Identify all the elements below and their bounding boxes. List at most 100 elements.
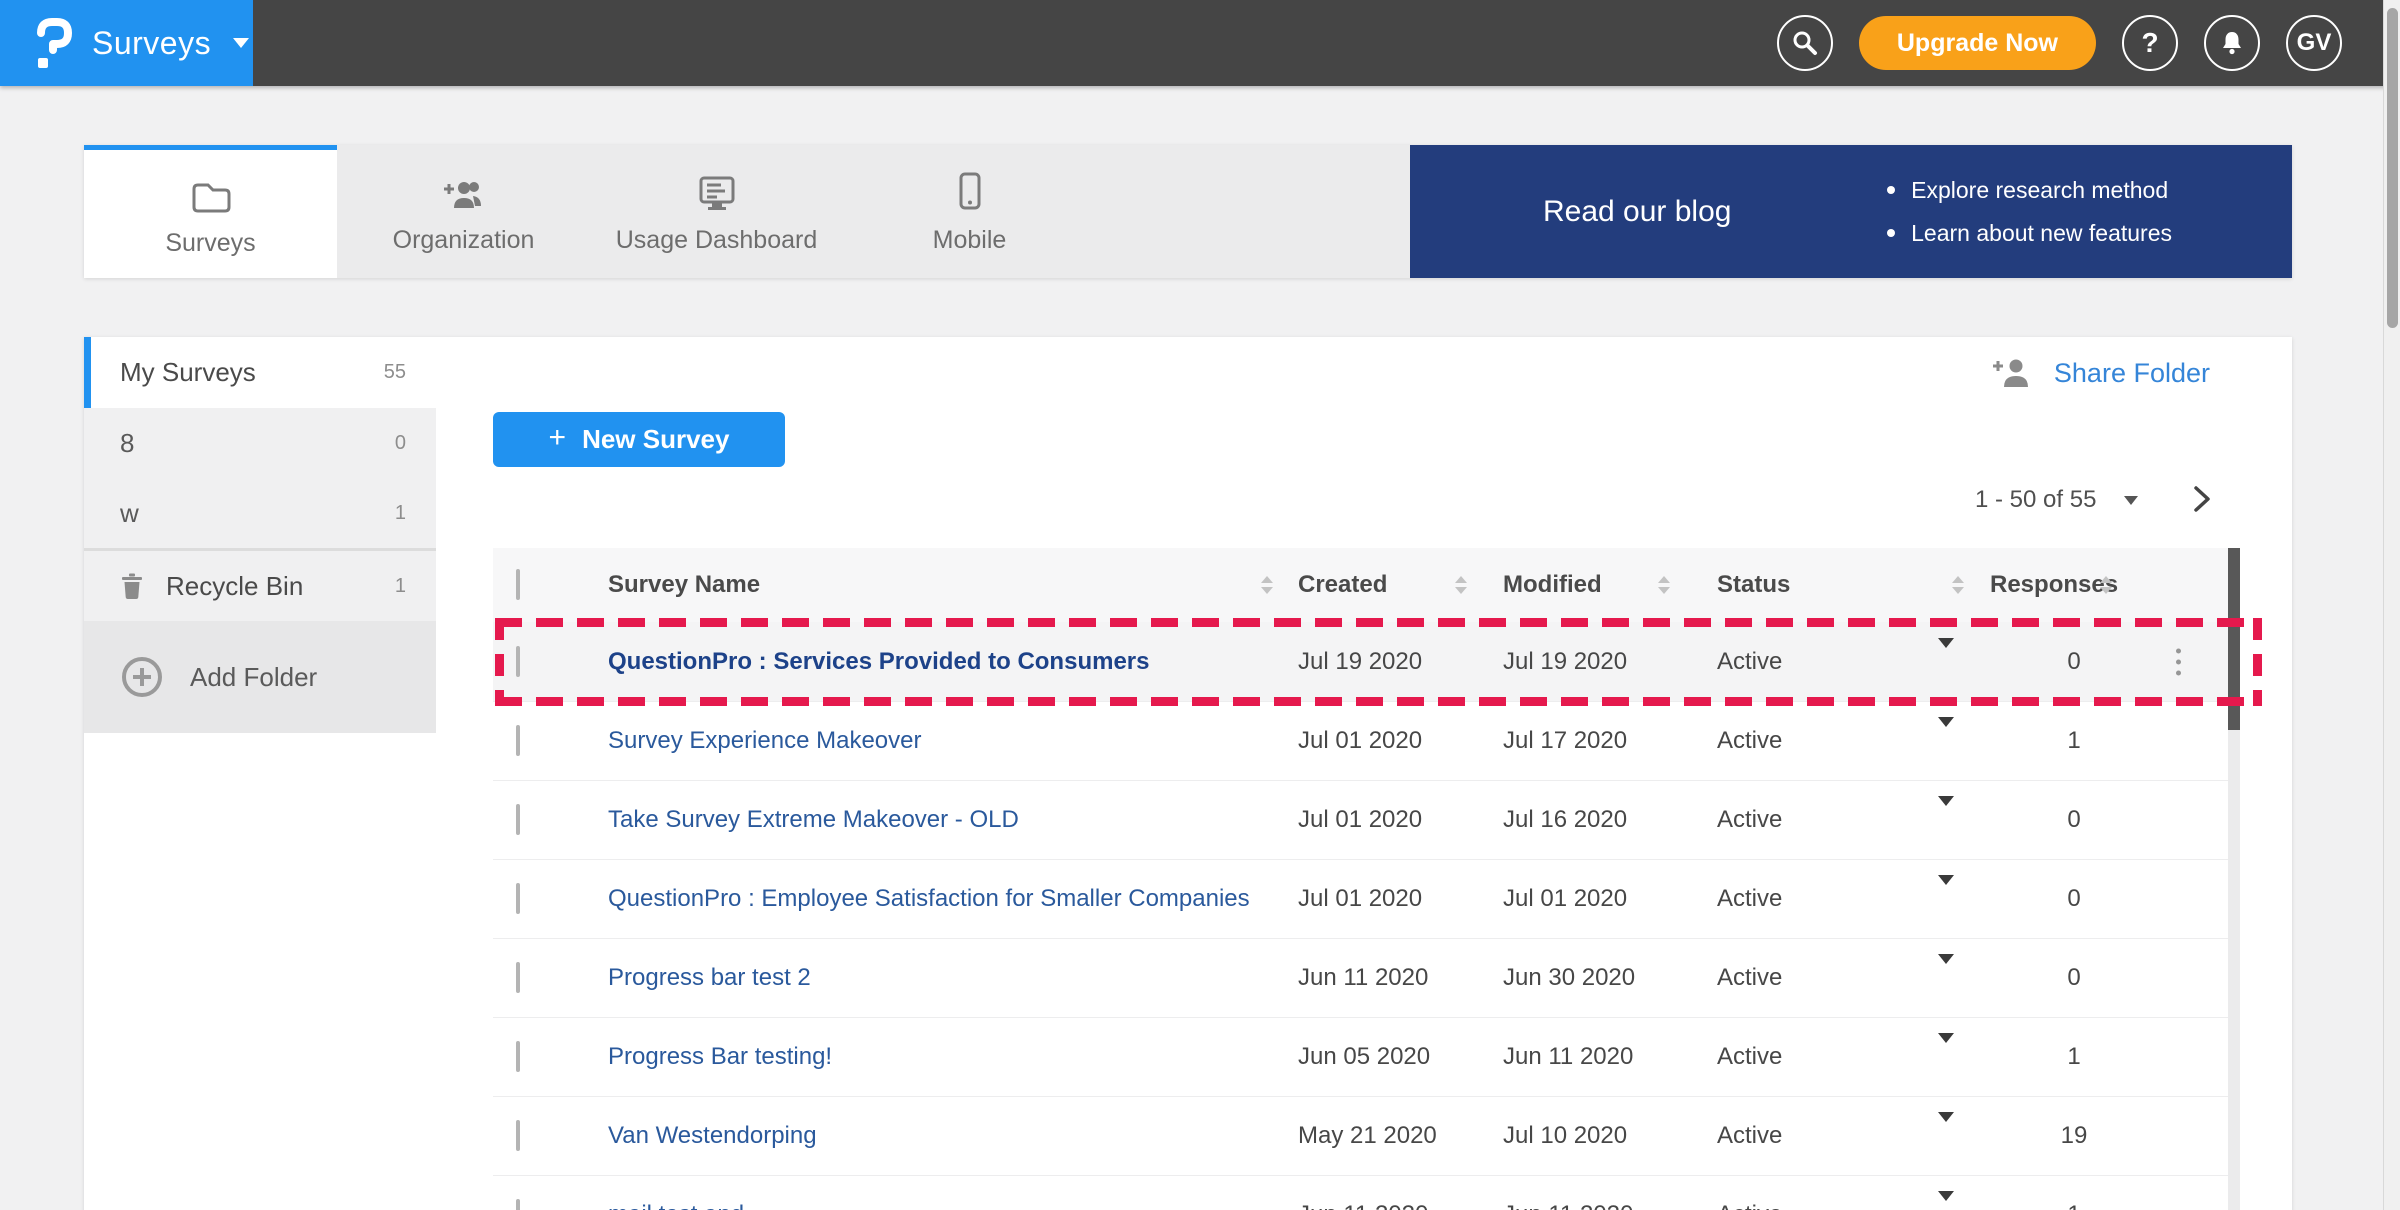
top-header: Surveys Upgrade Now ? [0,0,2400,86]
row-checkbox[interactable] [516,885,520,913]
plus-circle-icon [120,655,164,699]
search-icon [1792,30,1818,56]
status-dropdown-caret[interactable] [1938,727,1954,755]
created-date: Jul 01 2020 [1298,885,1422,913]
row-checkbox[interactable] [516,806,520,834]
add-folder-button[interactable]: Add Folder [84,621,436,733]
avatar[interactable]: GV [2286,15,2342,71]
pagination-dropdown-caret[interactable] [2124,496,2138,505]
modified-date: Jul 17 2020 [1503,727,1627,755]
row-checkbox[interactable] [516,1201,520,1210]
tab-mobile[interactable]: Mobile [843,145,1096,278]
survey-name-link[interactable]: Take Survey Extreme Makeover - OLD [608,806,1019,834]
row-checkbox[interactable] [516,1043,520,1071]
created-date: Jun 11 2020 [1298,964,1428,992]
status-label: Active [1717,964,1782,992]
surveys-table: Survey Name Created Modified Status Resp… [493,548,2228,1210]
tab-usage-dashboard[interactable]: Usage Dashboard [590,145,843,278]
column-header-survey-name[interactable]: Survey Name [608,571,760,599]
row-checkbox[interactable] [516,648,520,676]
created-date: Jul 01 2020 [1298,727,1422,755]
search-button[interactable] [1777,15,1833,71]
survey-name-link[interactable]: mail test and [608,1201,744,1210]
select-all-checkbox[interactable] [516,571,520,599]
upgrade-now-button[interactable]: Upgrade Now [1859,16,2096,70]
sidebar-item-folder-w[interactable]: w 1 [84,478,436,548]
new-survey-button[interactable]: + New Survey [493,412,785,467]
column-header-modified[interactable]: Modified [1503,571,1602,599]
survey-name-link[interactable]: Progress Bar testing! [608,1043,832,1071]
column-header-responses[interactable]: Responses [1990,571,2118,599]
status-dropdown-caret[interactable] [1938,964,1954,992]
tab-surveys[interactable]: Surveys [84,145,337,278]
responses-count: 19 [2049,1122,2099,1150]
share-folder-link[interactable]: Share Folder [1992,357,2210,389]
pagination-range[interactable]: 1 - 50 of 55 [1975,482,2138,518]
survey-name-link[interactable]: QuestionPro : Employee Satisfaction for … [608,885,1250,913]
status-dropdown-caret[interactable] [1938,885,1954,913]
trash-icon [120,572,144,600]
tab-organization[interactable]: Organization [337,145,590,278]
pagination-label: 1 - 50 of 55 [1975,486,2096,514]
folder-count: 0 [395,432,406,455]
blog-banner[interactable]: Read our blog Explore research method Le… [1410,145,2292,278]
tabs-filler [1096,145,1410,278]
page-scrollbar-track[interactable] [2383,0,2400,1210]
status-label: Active [1717,727,1782,755]
table-row: QuestionPro : Services Provided to Consu… [493,622,2228,701]
questionpro-logo-icon [34,16,74,70]
share-person-icon [1992,357,2032,389]
column-header-created[interactable]: Created [1298,571,1387,599]
sort-icon[interactable] [1658,576,1670,594]
table-row: mail test andJun 11 2020Jun 11 2020Activ… [493,1175,2228,1210]
product-nav-dropdown[interactable]: Surveys [0,0,253,86]
sort-icon[interactable] [2100,576,2112,594]
status-dropdown-caret[interactable] [1938,1043,1954,1071]
sidebar-item-my-surveys[interactable]: My Surveys 55 [84,337,436,408]
table-scrollbar-thumb[interactable] [2228,548,2240,730]
sort-icon[interactable] [1261,576,1273,594]
table-row: Survey Experience Makeover Jul 01 2020 Jul… [493,701,2228,780]
created-date: Jun 11 2020 [1298,1201,1428,1210]
blog-bullet: Learn about new features [1911,220,2172,247]
status-dropdown-caret[interactable] [1938,1122,1954,1150]
page-scrollbar-thumb[interactable] [2387,8,2398,328]
row-checkbox[interactable] [516,964,520,992]
sidebar-item-folder-8[interactable]: 8 0 [84,408,436,478]
blog-banner-title: Read our blog [1543,195,1731,229]
responses-count: 0 [2049,648,2099,676]
row-checkbox[interactable] [516,727,520,755]
page: Surveys Upgrade Now ? [0,0,2400,1210]
status-dropdown-caret[interactable] [1938,806,1954,834]
topbar-actions: Upgrade Now ? GV [1777,15,2400,71]
table-row: Progress bar test 2Jun 11 2020Jun 30 202… [493,938,2228,1017]
status-dropdown-caret[interactable] [1938,1201,1954,1210]
question-mark-icon: ? [2141,27,2158,59]
table-row: QuestionPro : Employee Satisfaction for … [493,859,2228,938]
sort-icon[interactable] [1455,576,1467,594]
custom-folders-group: 8 0 w 1 [84,408,436,548]
modified-date: Jul 01 2020 [1503,885,1627,913]
row-menu-kebab[interactable] [2176,648,2181,675]
notifications-button[interactable] [2204,15,2260,71]
column-header-status[interactable]: Status [1717,571,1790,599]
responses-count: 1 [2049,727,2099,755]
sidebar-item-recycle-bin[interactable]: Recycle Bin 1 [84,551,436,621]
next-page-button[interactable] [2182,477,2222,521]
status-label: Active [1717,885,1782,913]
folder-label: Recycle Bin [166,571,303,602]
survey-name-link[interactable]: Van Westendorping [608,1122,817,1150]
survey-name-link[interactable]: Progress bar test 2 [608,964,811,992]
surveys-panel: Share Folder + New Survey 1 - 50 of 55 [436,337,2292,1210]
folder-count: 1 [395,575,406,598]
tab-label: Surveys [165,229,255,258]
help-button[interactable]: ? [2122,15,2178,71]
survey-name-link[interactable]: Survey Experience Makeover [608,727,921,755]
sort-icon[interactable] [1952,576,1964,594]
status-dropdown-caret[interactable] [1938,648,1954,676]
survey-name-link[interactable]: QuestionPro : Services Provided to Consu… [608,648,1149,676]
table-scrollbar-track[interactable] [2228,548,2240,1210]
tab-label: Usage Dashboard [616,226,818,255]
folder-label: w [120,498,139,529]
row-checkbox[interactable] [516,1122,520,1150]
